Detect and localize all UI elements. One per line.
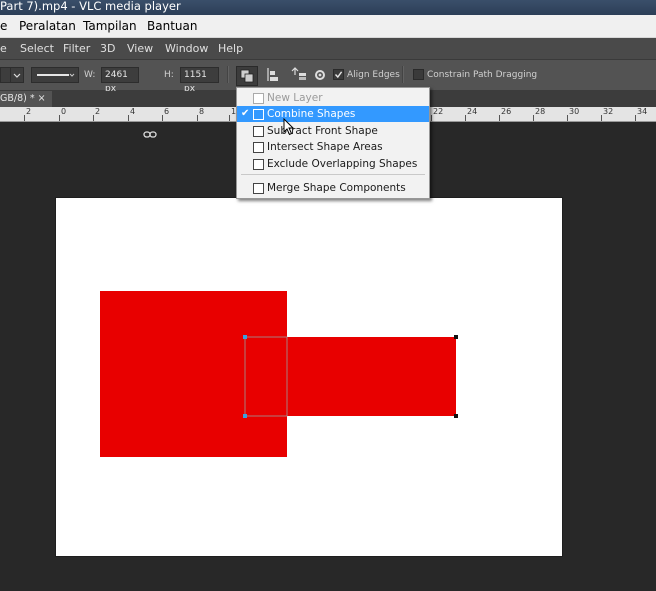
new-layer-icon (253, 93, 264, 104)
intersect-shape-areas-icon (253, 142, 264, 153)
menu-item-merge-shape-components[interactable]: Merge Shape Components (237, 180, 429, 196)
subtract-front-shape-icon (253, 126, 264, 137)
menu-item-intersect-shape-areas[interactable]: Intersect Shape Areas (237, 139, 429, 155)
checkmark-icon: ✔ (241, 108, 250, 119)
combine-shapes-icon (253, 109, 264, 120)
menu-item-subtract-front-shape[interactable]: Subtract Front Shape (237, 123, 429, 139)
menu-item-new-layer[interactable]: New Layer (237, 90, 429, 106)
menu-item-exclude-overlapping-shapes[interactable]: Exclude Overlapping Shapes (237, 156, 429, 172)
anchor-point[interactable] (454, 335, 458, 339)
path-operations-menu: New Layer ✔ Combine Shapes Subtract Fron… (236, 87, 430, 199)
anchor-point[interactable] (454, 414, 458, 418)
anchor-point[interactable] (243, 414, 247, 418)
menu-item-combine-shapes[interactable]: ✔ Combine Shapes (237, 106, 429, 122)
mouse-cursor-icon (283, 118, 295, 136)
anchor-point[interactable] (243, 335, 247, 339)
exclude-overlapping-shapes-icon (253, 159, 264, 170)
small-red-rectangle[interactable] (245, 337, 456, 416)
merge-shape-components-icon (253, 183, 264, 194)
menu-separator (241, 174, 425, 175)
